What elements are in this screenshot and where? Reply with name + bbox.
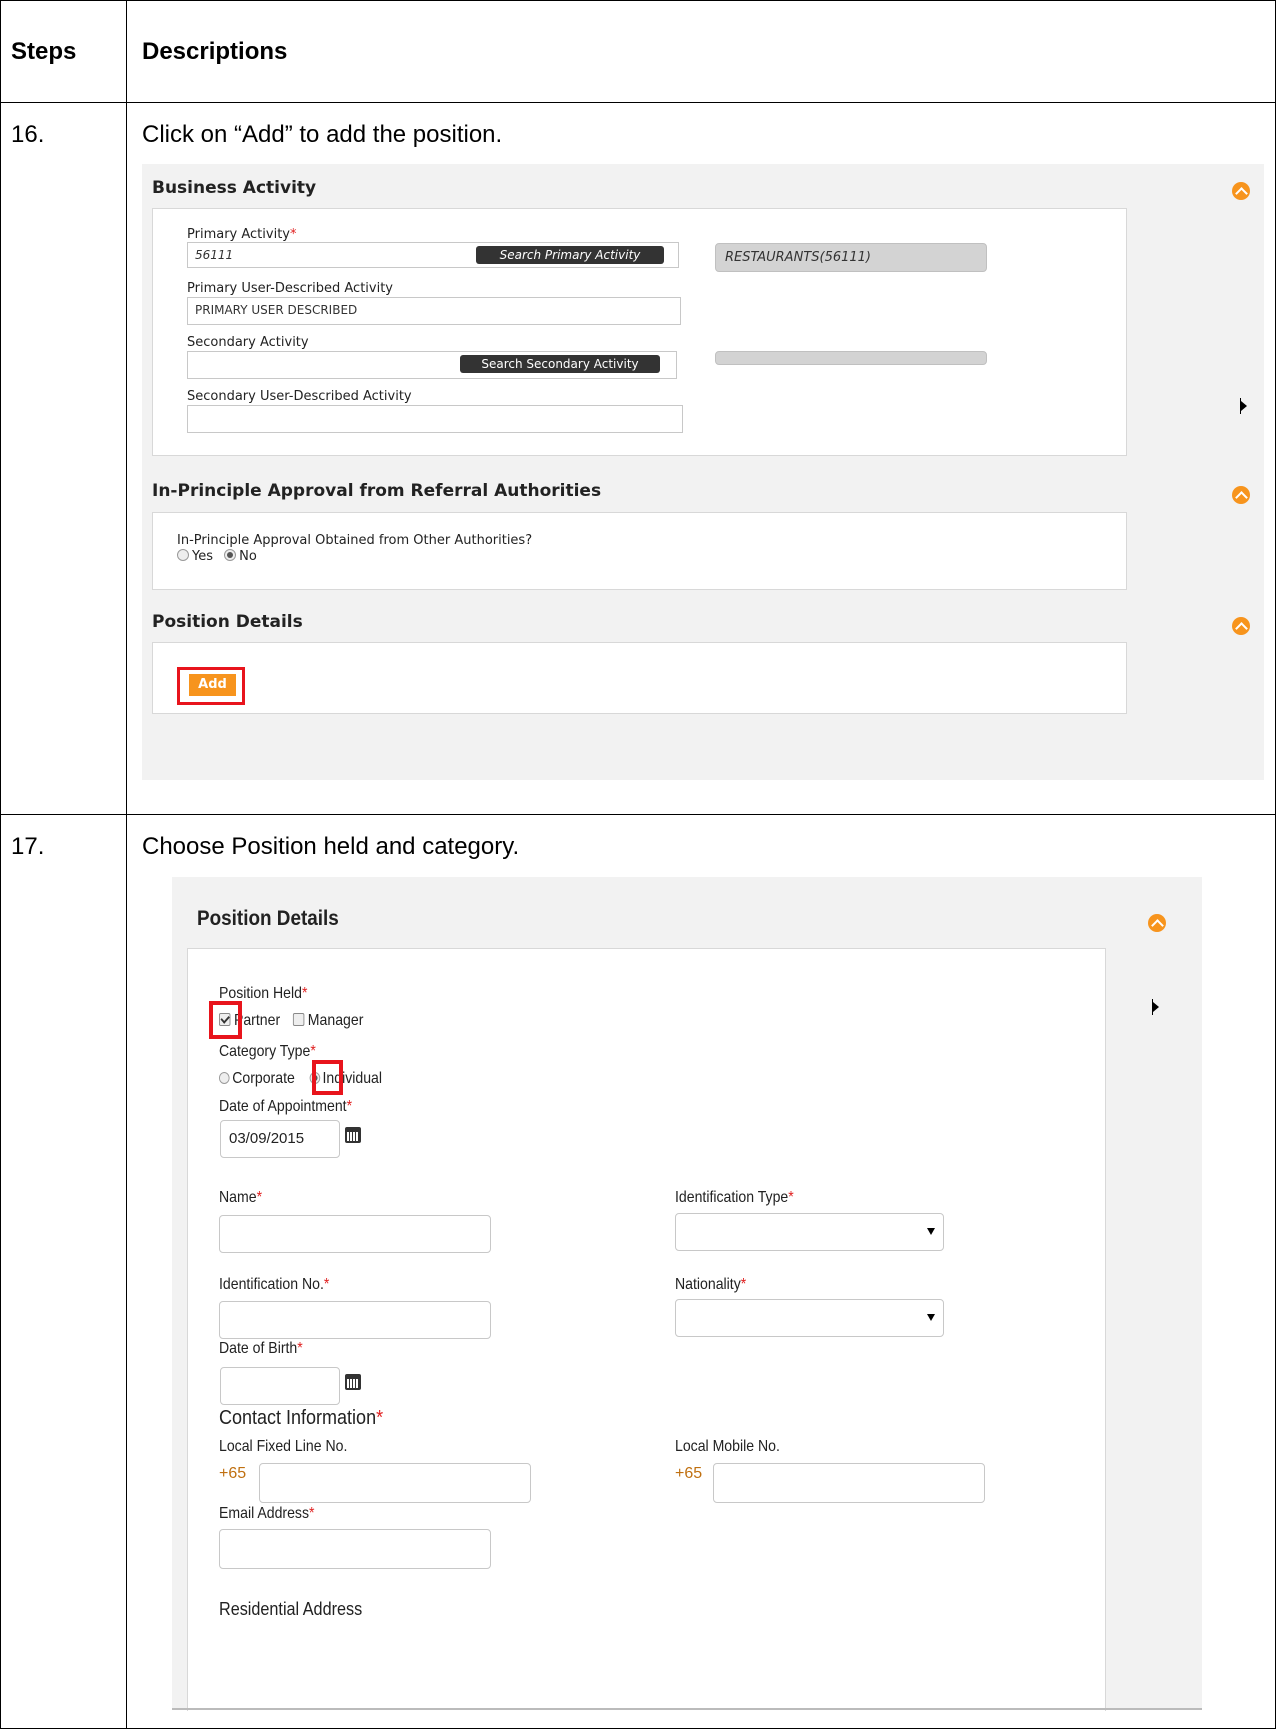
position-details-title: Position Details [152, 612, 303, 632]
dropdown-arrow-icon [927, 1314, 935, 1321]
secondary-user-described-label: Secondary User-Described Activity [187, 389, 412, 404]
name-input[interactable] [219, 1215, 491, 1253]
yes-radio[interactable] [177, 549, 189, 561]
nationality-select[interactable] [675, 1299, 944, 1337]
screenshot-bottom-border [172, 1708, 1202, 1710]
date-of-appointment-input[interactable]: 03/09/2015 [220, 1120, 340, 1158]
secondary-activity-label: Secondary Activity [187, 335, 309, 350]
collapse-toggle-icon[interactable] [1232, 617, 1250, 635]
identification-type-label: Identification Type* [675, 1189, 794, 1206]
manager-checkbox[interactable] [292, 1013, 305, 1026]
position-form-screenshot: Position Details Position Held* Partner … [172, 877, 1202, 1711]
individual-highlight [312, 1060, 343, 1095]
identification-no-label: Identification No.* [219, 1276, 330, 1293]
secondary-activity-input[interactable]: Search Secondary Activity [187, 351, 677, 379]
date-of-appointment-label: Date of Appointment* [219, 1098, 353, 1115]
secondary-activity-result [715, 351, 987, 365]
contact-information-heading: Contact Information* [219, 1407, 384, 1429]
step-17-instruction: Choose Position held and category. [142, 833, 520, 860]
local-fixed-line-input[interactable] [259, 1463, 531, 1503]
step-16-number: 16. [0, 102, 127, 815]
nationality-label: Nationality* [675, 1276, 747, 1293]
position-details-panel: Position Held* Partner Manager Category … [187, 948, 1106, 1711]
scroll-right-icon[interactable] [1152, 999, 1159, 1015]
date-of-birth-label: Date of Birth* [219, 1340, 303, 1357]
mobile-country-code: +65 [675, 1465, 703, 1482]
primary-user-described-label: Primary User-Described Activity [187, 281, 393, 296]
approval-panel: In-Principle Approval Obtained from Othe… [152, 512, 1127, 590]
search-secondary-activity-button[interactable]: Search Secondary Activity [460, 355, 660, 373]
local-fixed-line-label: Local Fixed Line No. [219, 1438, 348, 1455]
identification-no-input[interactable] [219, 1301, 491, 1339]
calendar-icon[interactable] [345, 1374, 361, 1390]
business-form-screenshot: Business Activity Primary Activity* 5611… [142, 164, 1264, 780]
no-radio[interactable] [224, 549, 237, 561]
steps-header: Steps [0, 0, 127, 103]
collapse-toggle-icon[interactable] [1232, 486, 1250, 504]
step-16-description: Click on “Add” to add the position. Busi… [127, 103, 1275, 814]
collapse-toggle-icon[interactable] [1232, 182, 1250, 200]
position-details-title: Position Details [197, 907, 339, 930]
category-type-label: Category Type* [219, 1043, 316, 1060]
approval-title: In-Principle Approval from Referral Auth… [152, 481, 602, 501]
email-address-input[interactable] [219, 1529, 491, 1569]
secondary-user-described-input[interactable] [187, 405, 683, 433]
identification-type-select[interactable] [675, 1213, 944, 1251]
primary-activity-input[interactable]: 56111 Search Primary Activity [187, 242, 679, 268]
fixed-line-country-code: +65 [219, 1465, 247, 1482]
step-17-description: Choose Position held and category. Posit… [127, 815, 1275, 1728]
add-position-button[interactable]: Add [186, 674, 236, 696]
primary-activity-label: Primary Activity* [187, 227, 297, 242]
category-type-options: Corporate Individual [219, 1070, 382, 1088]
partner-highlight [209, 1001, 242, 1039]
step-16-instruction: Click on “Add” to add the position. [142, 121, 503, 148]
step-17-number: 17. [0, 814, 127, 1729]
local-mobile-label: Local Mobile No. [675, 1438, 780, 1455]
name-label: Name* [219, 1189, 263, 1206]
date-of-birth-input[interactable] [220, 1367, 340, 1405]
business-activity-title: Business Activity [152, 178, 317, 198]
dropdown-arrow-icon [927, 1228, 935, 1235]
business-activity-panel: Primary Activity* 56111 Search Primary A… [152, 208, 1127, 456]
calendar-icon[interactable] [345, 1127, 361, 1143]
collapse-toggle-icon[interactable] [1148, 914, 1166, 932]
position-details-panel: Add [152, 642, 1127, 714]
approval-options: Yes No [177, 549, 257, 564]
descriptions-header: Descriptions [126, 0, 1276, 103]
local-mobile-input[interactable] [713, 1463, 985, 1503]
email-address-label: Email Address* [219, 1505, 315, 1522]
scroll-right-icon[interactable] [1240, 398, 1247, 414]
steps-table: Steps Descriptions 16. Click on “Add” to… [0, 0, 1276, 1729]
corporate-radio[interactable] [219, 1072, 230, 1084]
residential-address-heading: Residential Address [219, 1599, 363, 1619]
search-primary-activity-button[interactable]: Search Primary Activity [476, 246, 664, 264]
primary-activity-result: RESTAURANTS(56111) [715, 243, 987, 272]
approval-question: In-Principle Approval Obtained from Othe… [177, 533, 533, 548]
primary-user-described-input[interactable]: PRIMARY USER DESCRIBED [187, 297, 681, 325]
